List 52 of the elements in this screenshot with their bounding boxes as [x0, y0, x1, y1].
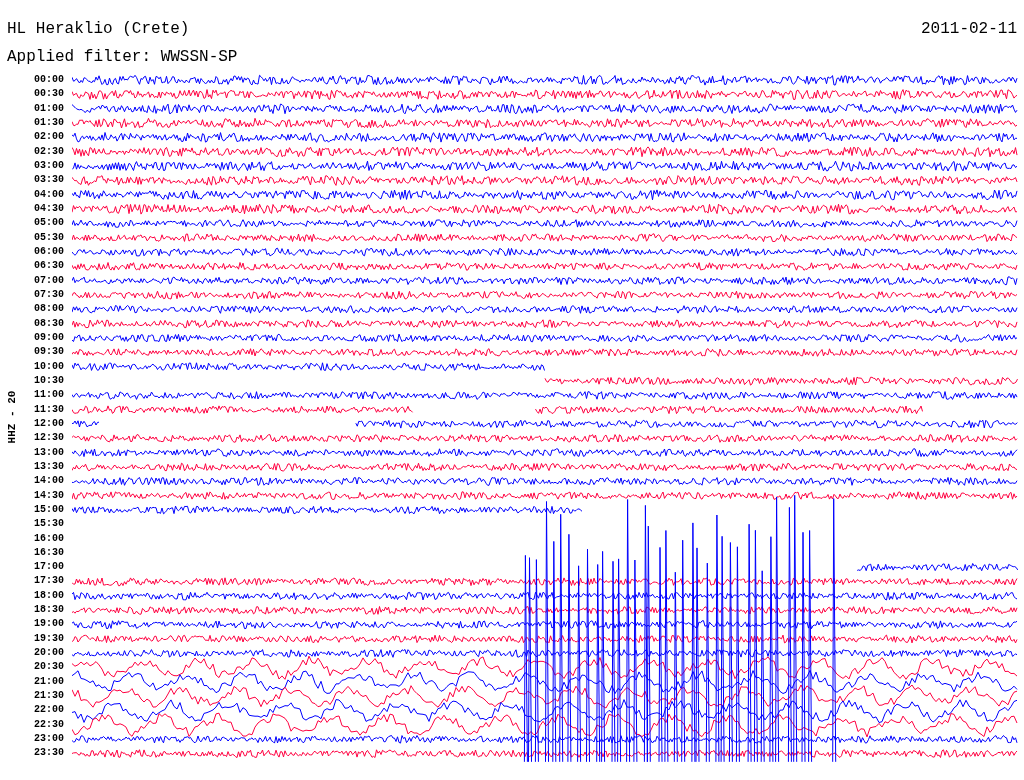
time-label: 15:00 [34, 502, 64, 517]
time-label: 20:00 [34, 646, 64, 661]
time-label: 21:30 [34, 689, 64, 704]
time-label: 10:30 [34, 373, 64, 388]
time-label: 10:00 [34, 359, 64, 374]
time-label: 05:00 [34, 216, 64, 231]
time-label: 03:30 [34, 173, 64, 188]
time-label: 23:00 [34, 732, 64, 747]
time-label: 02:30 [34, 144, 64, 159]
time-label: 00:00 [34, 73, 64, 87]
time-label: 22:00 [34, 703, 64, 718]
time-label: 07:00 [34, 273, 64, 288]
time-label: 20:30 [34, 660, 64, 675]
time-label: 04:30 [34, 201, 64, 216]
time-label: 13:30 [34, 459, 64, 474]
time-label: 15:30 [34, 517, 64, 532]
time-label: 11:00 [34, 388, 64, 403]
station-title: HL Heraklio (Crete) [7, 19, 190, 40]
time-label: 19:00 [34, 617, 64, 632]
time-label: 09:30 [34, 345, 64, 360]
time-label: 04:00 [34, 187, 64, 202]
time-label: 06:00 [34, 244, 64, 259]
time-label: 19:30 [34, 631, 64, 646]
time-label: 06:30 [34, 259, 64, 274]
channel-label: HHZ - 20 [6, 390, 18, 444]
time-label: 05:30 [34, 230, 64, 245]
time-label: 18:30 [34, 603, 64, 618]
date-label: 2011-02-11 [921, 19, 1017, 40]
time-label: 08:30 [34, 316, 64, 331]
time-label: 02:00 [34, 130, 64, 145]
time-label: 23:30 [34, 746, 64, 761]
time-label: 16:30 [34, 545, 64, 560]
time-label: 12:30 [34, 431, 64, 446]
time-label: 01:30 [34, 116, 64, 130]
time-label: 14:30 [34, 488, 64, 503]
time-label: 18:00 [34, 588, 64, 603]
time-label: 14:00 [34, 474, 64, 489]
time-label: 09:00 [34, 330, 64, 345]
time-label: 13:00 [34, 445, 64, 460]
time-label: 17:30 [34, 574, 64, 589]
time-label: 01:00 [34, 101, 64, 116]
time-label: 12:00 [34, 416, 64, 431]
time-label: 00:30 [34, 87, 64, 102]
time-label: 21:00 [34, 674, 64, 689]
filter-label: Applied filter: WWSSN-SP [6, 47, 239, 68]
time-label: 17:00 [34, 560, 64, 575]
time-label: 22:30 [34, 717, 64, 732]
time-label: 16:00 [34, 531, 64, 546]
time-label: 08:00 [34, 302, 64, 317]
time-label: 07:30 [34, 287, 64, 302]
time-label: 11:30 [34, 402, 64, 417]
time-label: 03:00 [34, 158, 64, 173]
